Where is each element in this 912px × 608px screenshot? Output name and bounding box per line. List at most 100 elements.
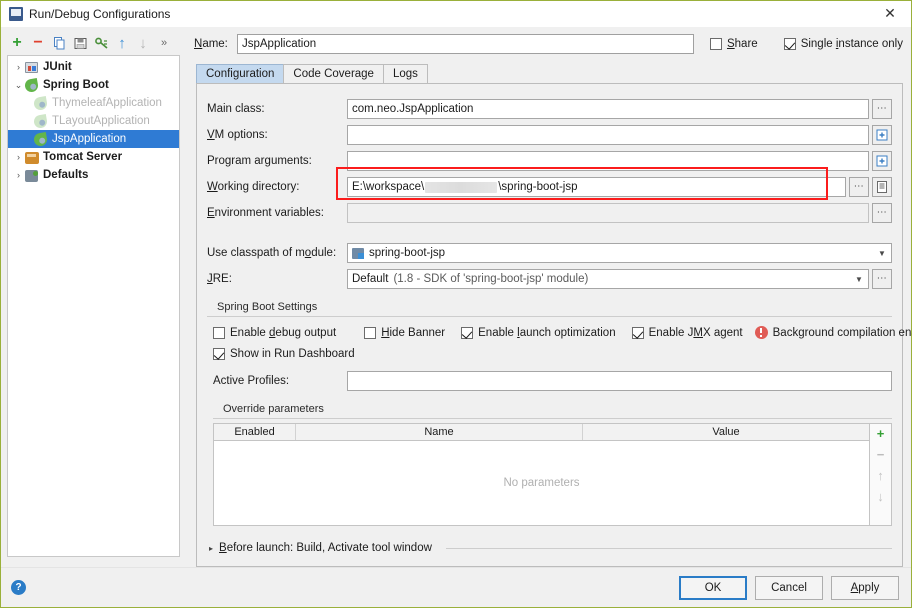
- tree-node-label: Tomcat Server: [43, 151, 123, 163]
- jre-value-detail: (1.8 - SDK of 'spring-boot-jsp' module): [393, 273, 589, 285]
- tree-node-label: TLayoutApplication: [52, 115, 150, 127]
- enable-debug-output-box[interactable]: [213, 326, 225, 339]
- junit-icon: [25, 61, 40, 74]
- active-profiles-input[interactable]: [347, 371, 892, 391]
- spring-boot-icon: [32, 95, 49, 111]
- tab-code-coverage[interactable]: Code Coverage: [283, 64, 384, 83]
- override-parameters-group: Override parameters Enabled Name Value N…: [213, 403, 892, 526]
- tree-node-defaults[interactable]: › Defaults: [8, 166, 179, 184]
- idea-window-icon: [9, 6, 23, 21]
- chevron-down-icon[interactable]: ▼: [875, 249, 889, 258]
- hide-banner-checkbox[interactable]: Hide Banner: [364, 326, 445, 339]
- column-header-name[interactable]: Name: [296, 424, 583, 440]
- tree-node-spring-boot[interactable]: ⌄ Spring Boot: [8, 76, 179, 94]
- expand-editor-icon[interactable]: [872, 151, 892, 171]
- browse-icon[interactable]: ⋯: [872, 203, 892, 223]
- configurations-toolbar: + − ↑ ↓ »: [7, 31, 180, 55]
- show-in-run-dashboard-box[interactable]: [213, 348, 225, 360]
- show-in-run-dashboard-label: Show in Run Dashboard: [230, 348, 355, 360]
- hide-banner-box[interactable]: [364, 326, 377, 339]
- move-parameter-up-button[interactable]: ↑: [874, 468, 888, 483]
- more-options-button[interactable]: »: [157, 36, 171, 50]
- edit-templates-icon[interactable]: [94, 36, 108, 50]
- browse-icon[interactable]: ⋯: [872, 99, 892, 119]
- window-title: Run/Debug Configurations: [29, 6, 171, 21]
- expand-arrow-icon[interactable]: ›: [12, 170, 25, 180]
- expand-arrow-icon[interactable]: ›: [12, 152, 25, 162]
- tab-configuration[interactable]: Configuration: [196, 64, 285, 83]
- configurations-pane: + − ↑ ↓ » › JUnit ⌄ Spring Boot Thymelea…: [1, 27, 186, 567]
- collapse-arrow-icon[interactable]: ⌄: [12, 80, 25, 91]
- ok-button[interactable]: OK: [679, 575, 747, 600]
- use-classpath-value: spring-boot-jsp: [369, 247, 446, 259]
- tree-node-tomcat-server[interactable]: › Tomcat Server: [8, 148, 179, 166]
- enable-launch-optimization-box[interactable]: [461, 326, 474, 339]
- use-classpath-label: Use classpath of module:: [207, 247, 337, 259]
- configurations-tree[interactable]: › JUnit ⌄ Spring Boot ThymeleafApplicati…: [7, 55, 180, 557]
- working-directory-value-suffix: \spring-boot-jsp: [498, 181, 578, 193]
- background-compilation-warning[interactable]: Background compilation enabled: [754, 326, 912, 339]
- spring-boot-icon: [23, 77, 40, 93]
- override-parameters-table[interactable]: Enabled Name Value No parameters: [213, 423, 870, 526]
- cancel-button[interactable]: Cancel: [755, 575, 823, 600]
- before-launch-divider: [445, 547, 892, 549]
- browse-icon[interactable]: ⋯: [849, 177, 869, 197]
- help-icon[interactable]: ?: [11, 580, 26, 595]
- add-parameter-button[interactable]: +: [874, 426, 888, 441]
- override-parameters-legend: Override parameters: [219, 403, 328, 415]
- name-label: Name:: [194, 38, 228, 50]
- remove-parameter-button[interactable]: −: [874, 447, 888, 462]
- tab-logs[interactable]: Logs: [382, 64, 428, 83]
- column-header-value[interactable]: Value: [583, 424, 869, 440]
- override-parameters-toolbar: + − ↑ ↓: [870, 423, 892, 526]
- share-checkbox[interactable]: Share: [709, 38, 758, 50]
- enable-jmx-agent-checkbox[interactable]: Enable JMX agent: [631, 326, 743, 339]
- jre-combobox[interactable]: Default (1.8 - SDK of 'spring-boot-jsp' …: [347, 269, 869, 289]
- save-configuration-icon[interactable]: [73, 36, 87, 50]
- editor-tabs: Configuration Code Coverage Logs: [196, 63, 903, 83]
- before-launch-section[interactable]: ▸ Before launch: Build, Activate tool wi…: [207, 542, 892, 562]
- enable-jmx-agent-box[interactable]: [631, 326, 644, 339]
- main-class-input[interactable]: com.neo.JspApplication: [347, 99, 869, 119]
- tree-node-junit[interactable]: › JUnit: [8, 58, 179, 76]
- chevron-right-icon[interactable]: ▸: [209, 544, 213, 553]
- tree-node-tlayout-application[interactable]: TLayoutApplication: [8, 112, 179, 130]
- working-directory-input[interactable]: E:\workspace\ \spring-boot-jsp: [347, 177, 846, 197]
- remove-configuration-button[interactable]: −: [31, 35, 45, 51]
- tree-node-label: ThymeleafApplication: [52, 97, 162, 109]
- macros-icon[interactable]: [872, 177, 892, 197]
- share-checkbox-box[interactable]: [709, 38, 722, 50]
- tree-node-label: Defaults: [43, 169, 89, 181]
- browse-icon[interactable]: ⋯: [872, 269, 892, 289]
- table-header-row: Enabled Name Value: [214, 424, 869, 441]
- environment-variables-input[interactable]: [347, 203, 869, 223]
- copy-configuration-icon[interactable]: [52, 36, 66, 50]
- single-instance-checkbox-box[interactable]: [783, 38, 796, 50]
- name-input[interactable]: [236, 34, 694, 54]
- active-profiles-row: Active Profiles:: [207, 368, 892, 394]
- before-launch-label: Before launch: Build, Activate tool wind…: [219, 542, 432, 554]
- vm-options-input[interactable]: [347, 125, 869, 145]
- chevron-down-icon[interactable]: ▼: [852, 275, 866, 284]
- apply-button[interactable]: Apply: [831, 575, 899, 600]
- expand-editor-icon[interactable]: [872, 125, 892, 145]
- show-in-run-dashboard-checkbox[interactable]: Show in Run Dashboard: [213, 348, 355, 360]
- program-arguments-input[interactable]: [347, 151, 869, 171]
- move-down-button[interactable]: ↓: [136, 36, 150, 51]
- jre-value: Default: [352, 273, 389, 285]
- use-classpath-combobox[interactable]: spring-boot-jsp ▼: [347, 243, 892, 263]
- tree-node-jsp-application[interactable]: JspApplication: [8, 130, 179, 148]
- main-class-label: Main class:: [207, 103, 265, 115]
- add-configuration-button[interactable]: +: [10, 35, 24, 51]
- close-icon[interactable]: ✕: [869, 1, 911, 27]
- move-parameter-down-button[interactable]: ↓: [874, 489, 888, 504]
- enable-debug-output-checkbox[interactable]: Enable debug output: [213, 326, 336, 339]
- single-instance-checkbox[interactable]: Single instance only: [783, 38, 903, 50]
- move-up-button[interactable]: ↑: [115, 36, 129, 51]
- error-icon: [754, 326, 768, 339]
- redacted-path-segment: [425, 181, 498, 193]
- enable-launch-optimization-checkbox[interactable]: Enable launch optimization: [461, 326, 616, 339]
- column-header-enabled[interactable]: Enabled: [214, 424, 296, 440]
- expand-arrow-icon[interactable]: ›: [12, 62, 25, 72]
- tree-node-thymeleaf-application[interactable]: ThymeleafApplication: [8, 94, 179, 112]
